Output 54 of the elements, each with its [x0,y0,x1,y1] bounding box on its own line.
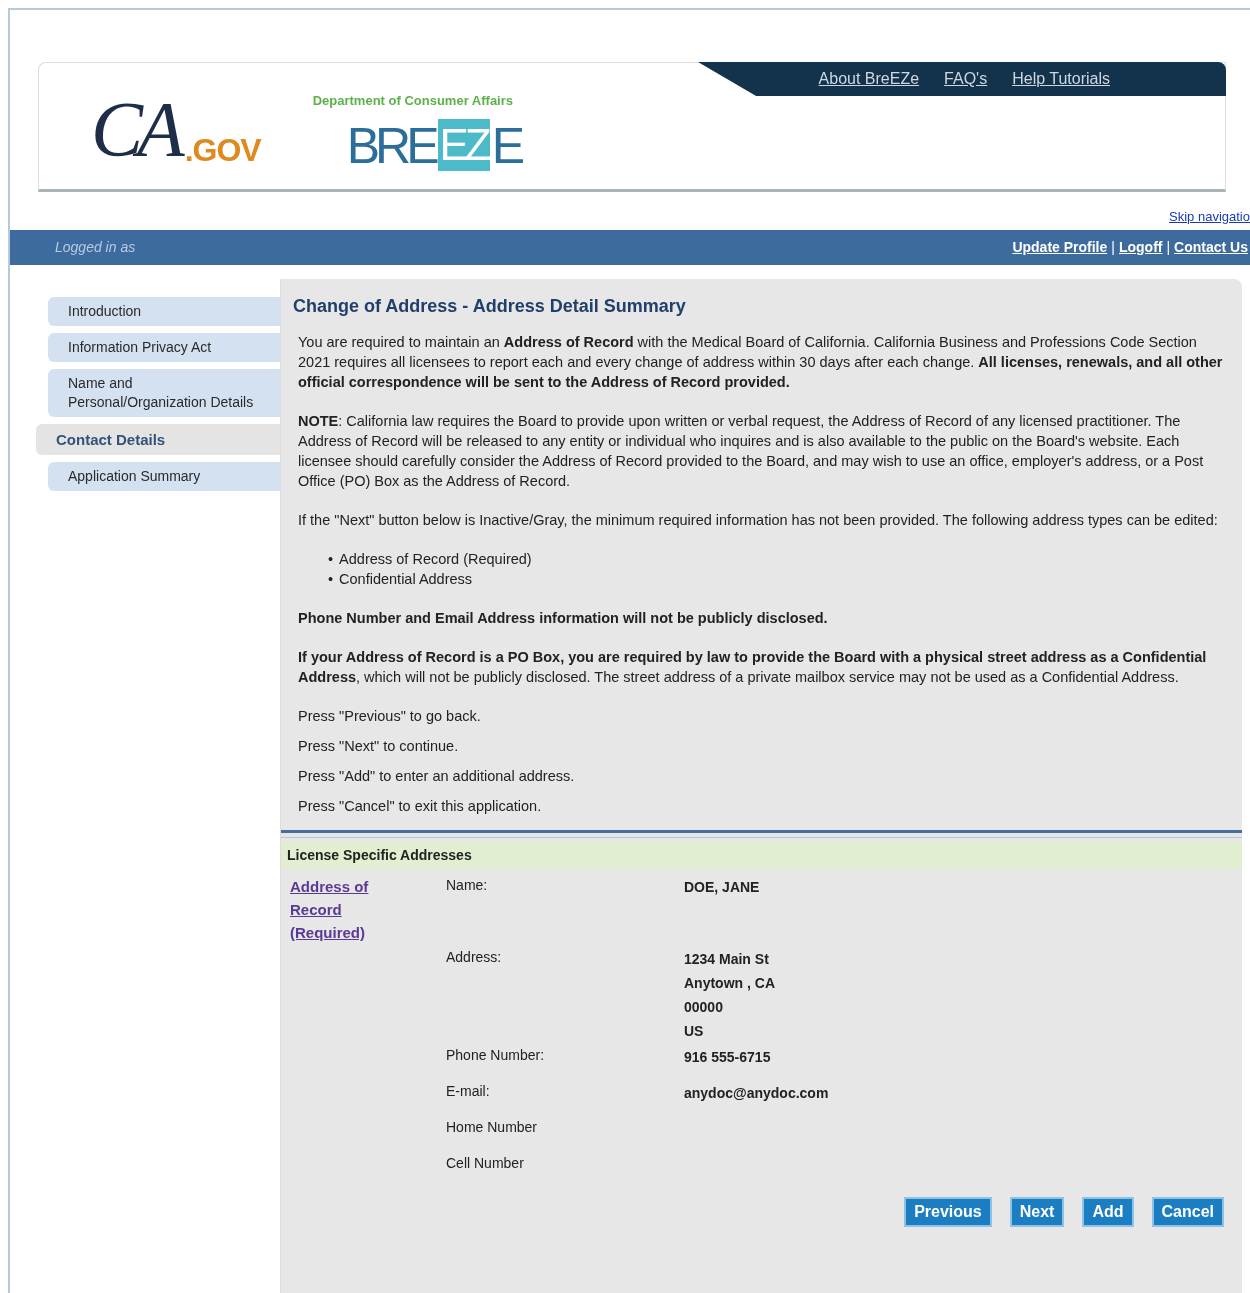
sidebar-item[interactable]: Contact Details [36,424,280,455]
header-link[interactable]: FAQ's [944,67,988,91]
logged-in-text: Logged in as [55,238,136,257]
user-link[interactable]: Logoff [1118,237,1163,258]
sidebar-item[interactable]: Information Privacy Act [48,333,280,362]
instruction-text: Press "Previous" to go back. [298,707,482,726]
breeze-logo-text: E [491,120,526,171]
body-paragraph: If your Address of Record is a PO Box, you are required by law to provide the Board with a physical street address as a Confidential Address, which will not be publicly disclosed. The street address of a private mailbox service may not be used as a Confidential Address. [298,648,1208,687]
section-header: License Specific Addresses [281,842,1242,869]
link-separator: | [1111,238,1115,257]
field-value: US [684,1022,705,1041]
sidebar-item[interactable]: Name and Personal/Organization Details [48,369,280,417]
action-button[interactable]: Next [1009,1197,1065,1227]
instruction-text: Press "Next" to continue. [298,737,460,756]
sidebar-item[interactable]: Application Summary [48,462,280,491]
field-label: E-mail: [446,1082,491,1101]
field-value: 1234 Main St [684,950,770,969]
user-link[interactable]: Contact Us [1174,237,1248,258]
logo-domain: .GOV [184,133,261,167]
bullet: • [328,550,334,569]
action-button[interactable]: Previous [904,1197,992,1227]
action-button[interactable]: Cancel [1151,1197,1224,1227]
body-paragraph: You are required to maintain an Address of Record with the Medical Board of California. California Business and Professions Code Section 2021 requires all licensees to report each and every change of address within 30 days after each change. All licenses, renewals, and all other official correspondence will be sent to the Address of Record provided. [298,333,1224,392]
user-link[interactable]: Update Profile [1012,237,1108,258]
field-label: Cell Number [446,1154,525,1173]
field-label: Address: [446,948,503,967]
address-of-record-link[interactable]: Address of Record (Required) [290,875,390,1189]
list-item-text: Confidential Address [339,570,473,589]
field-value: 00000 [684,998,724,1017]
body-paragraph: If the "Next" button below is Inactive/Gray, the minimum required information has not been provided. The following address types can be edited: [298,511,1219,530]
list-item-text: Address of Record (Required) [339,550,532,569]
header-link[interactable]: Help Tutorials [1012,67,1110,91]
sidebar-item[interactable]: Introduction [48,297,280,326]
bullet: • [328,570,334,589]
page-title: Change of Address - Address Detail Summary [293,295,687,318]
instruction-text: Press "Cancel" to exit this application. [298,797,543,816]
field-label: Phone Number: [446,1046,546,1065]
body-paragraph: NOTE: California law requires the Board to provide upon written or verbal request, the Address of Record of any licensed practitioner. The Address of Record will be released to any entity or individual who inquires and is also available to the public on the Board's website. Each licensee should carefully consider the Address of Record provided to the Board, and may wish to use an office, employer's address, or a Post Office (PO) Box as the Address of Record. [298,412,1205,491]
field-label: Name: [446,876,489,895]
action-button[interactable]: Add [1082,1197,1134,1227]
skip-navigation-link[interactable]: Skip navigatio [1169,206,1250,226]
breeze-logo-text: BRE [346,120,435,171]
link-separator: | [1166,238,1171,257]
logo-letters: CA [91,89,179,169]
field-value: 916 555-6715 [684,1048,771,1067]
body-paragraph: Phone Number and Email Address information will not be publicly disclosed. [298,609,829,628]
header-link[interactable]: About BreEZe [818,67,920,91]
instruction-text: Press "Add" to enter an additional address. [298,767,576,786]
breeze-logo-box: EZ [437,118,490,171]
field-value: DOE, JANE [684,878,760,897]
department-name: Department of Consumer Affairs [312,92,514,110]
field-value: anydoc@anydoc.com [684,1084,829,1103]
field-label: Home Number [446,1118,539,1137]
field-value: Anytown , CA [684,974,775,993]
